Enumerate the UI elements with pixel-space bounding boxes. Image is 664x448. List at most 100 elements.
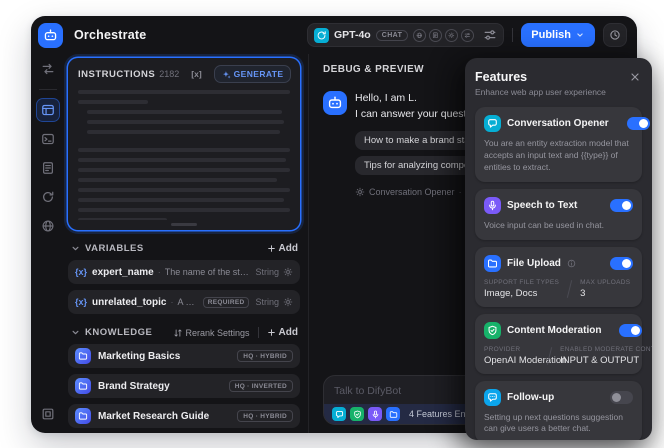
rail-api-terminal-icon[interactable] [37, 128, 59, 150]
feature-field-label: SUPPORT FILE TYPES [484, 279, 559, 286]
rerank-settings-button[interactable]: Rerank Settings [173, 328, 250, 338]
knowledge-name: Market Research Guide [98, 411, 237, 422]
redacted-text-line [78, 208, 290, 212]
feature-card: Content Moderation PROVIDER OpenAI Moderat… [475, 314, 642, 374]
feature-card: Speech to Text Voice input can be used in… [475, 189, 642, 240]
feature-toggle[interactable] [627, 117, 650, 130]
feature-toggle[interactable] [610, 257, 633, 270]
feature-field-label: ENABLED MODERATE CONTENT [560, 346, 633, 353]
add-knowledge-button[interactable]: Add [267, 327, 298, 338]
left-icon-rail [31, 54, 64, 433]
redacted-text-line [78, 90, 290, 94]
variable-name: unrelated_topic [92, 297, 166, 308]
version-history-icon[interactable] [603, 23, 627, 47]
feature-description: Voice input can be used in chat. [484, 220, 633, 232]
feature-card: Conversation Opener You are an entity ext… [475, 107, 642, 182]
feature-description: You are an entity extraction model that … [484, 138, 633, 174]
feature-field-value: OpenAI Moderation [484, 355, 539, 366]
capability-audio-icon [461, 29, 474, 42]
knowledge-row[interactable]: Brand StrategyHQ · INVERTED [68, 374, 300, 398]
model-parameters-icon[interactable] [483, 28, 497, 42]
feature-field-value: INPUT & OUTPUT [560, 355, 633, 366]
model-name: GPT-4o [334, 29, 371, 41]
feature-card: File UploadSUPPORT FILE TYPESImage, Docs… [475, 247, 642, 307]
variable-description: A placeholder for topics... [177, 297, 197, 307]
top-bar: Orchestrate GPT-4o CHAT Publish [31, 16, 637, 54]
publish-button[interactable]: Publish [521, 23, 595, 47]
feature-field-value: 3 [580, 288, 630, 299]
redacted-text-line [87, 130, 280, 134]
insert-variable-icon[interactable]: [x] [191, 69, 201, 79]
char-count: 2182 [159, 69, 179, 79]
required-badge: REQUIRED [203, 297, 250, 308]
rail-logs-icon[interactable] [37, 157, 59, 179]
knowledge-row[interactable]: Marketing BasicsHQ · HYBRID [68, 344, 300, 368]
model-mode-badge: CHAT [376, 30, 409, 41]
feature-field-label: PROVIDER [484, 346, 539, 353]
close-icon[interactable] [628, 70, 642, 84]
feature-name: Content Moderation [507, 325, 601, 336]
variable-row[interactable]: {x}expert_name·The name of the strategic… [68, 260, 300, 284]
capability-doc-icon [429, 29, 442, 42]
speech-to-text-icon [484, 197, 501, 214]
feature-card: Follow-upSetting up next questions sugge… [475, 381, 642, 440]
variable-type: String [255, 297, 279, 307]
redacted-text-line [78, 148, 290, 152]
variable-name: expert_name [92, 267, 154, 278]
redacted-text-line [78, 178, 277, 182]
instructions-panel[interactable]: INSTRUCTIONS 2182 [x] GENERATE [68, 58, 300, 230]
model-selector[interactable]: GPT-4o CHAT [307, 23, 504, 47]
redacted-text-line [78, 158, 286, 162]
feature-name: File Upload [507, 258, 561, 269]
chevron-down-icon[interactable] [70, 327, 81, 338]
bot-avatar [323, 91, 347, 115]
moderation-icon [350, 407, 364, 421]
feature-toggle[interactable] [610, 199, 633, 212]
capability-tool-icon [445, 29, 458, 42]
opener-label: Conversation Opener [369, 187, 455, 197]
knowledge-name: Marketing Basics [98, 351, 237, 362]
rail-refresh-icon[interactable] [37, 186, 59, 208]
model-provider-icon [314, 28, 329, 43]
add-variable-button[interactable]: Add [267, 243, 298, 254]
instructions-title: INSTRUCTIONS [78, 69, 155, 80]
resize-handle[interactable] [171, 223, 197, 226]
features-title: Features [475, 70, 527, 84]
knowledge-row[interactable]: Market Research GuideHQ · HYBRID [68, 404, 300, 428]
knowledge-header: KNOWLEDGE Rerank Settings Add [66, 324, 302, 344]
generate-button[interactable]: GENERATE [214, 65, 292, 83]
rail-frame-icon[interactable] [37, 403, 59, 425]
publish-label: Publish [531, 29, 571, 41]
app-title: Orchestrate [74, 28, 146, 42]
chevron-down-icon[interactable] [70, 243, 81, 254]
rail-orchestrate-icon[interactable] [37, 99, 59, 121]
mic-icon [368, 407, 382, 421]
feature-toggle[interactable] [619, 324, 642, 337]
feature-toggle[interactable] [610, 391, 633, 404]
content-moderation-icon [484, 322, 501, 339]
info-icon[interactable] [567, 259, 576, 268]
knowledge-name: Brand Strategy [98, 381, 229, 392]
features-subtitle: Enhance web app user experience [475, 87, 642, 97]
config-panel: INSTRUCTIONS 2182 [x] GENERATE [64, 54, 308, 433]
variables-title: VARIABLES [85, 243, 144, 254]
feature-field-label: MAX UPLOADS [580, 279, 630, 286]
feature-description: Setting up next questions suggestion can… [484, 412, 633, 436]
knowledge-folder-icon [75, 348, 91, 364]
folder-icon [386, 407, 400, 421]
features-drawer: Features Enhance web app user experience… [465, 58, 652, 440]
knowledge-folder-icon [75, 378, 91, 394]
variable-row[interactable]: {x}unrelated_topic·A placeholder for top… [68, 290, 300, 314]
variable-settings-icon[interactable] [283, 297, 293, 307]
rail-exchange-icon[interactable] [37, 58, 59, 80]
knowledge-mode-badge: HQ · HYBRID [237, 350, 293, 362]
gear-icon [355, 187, 365, 197]
redacted-text-line [78, 168, 290, 172]
instructions-textarea[interactable] [78, 90, 290, 220]
variable-settings-icon[interactable] [283, 267, 293, 277]
feature-name: Conversation Opener [507, 118, 609, 129]
redacted-text-line [87, 120, 284, 124]
knowledge-mode-badge: HQ · INVERTED [229, 380, 293, 392]
feature-name: Speech to Text [507, 200, 577, 211]
rail-globe-icon[interactable] [37, 215, 59, 237]
